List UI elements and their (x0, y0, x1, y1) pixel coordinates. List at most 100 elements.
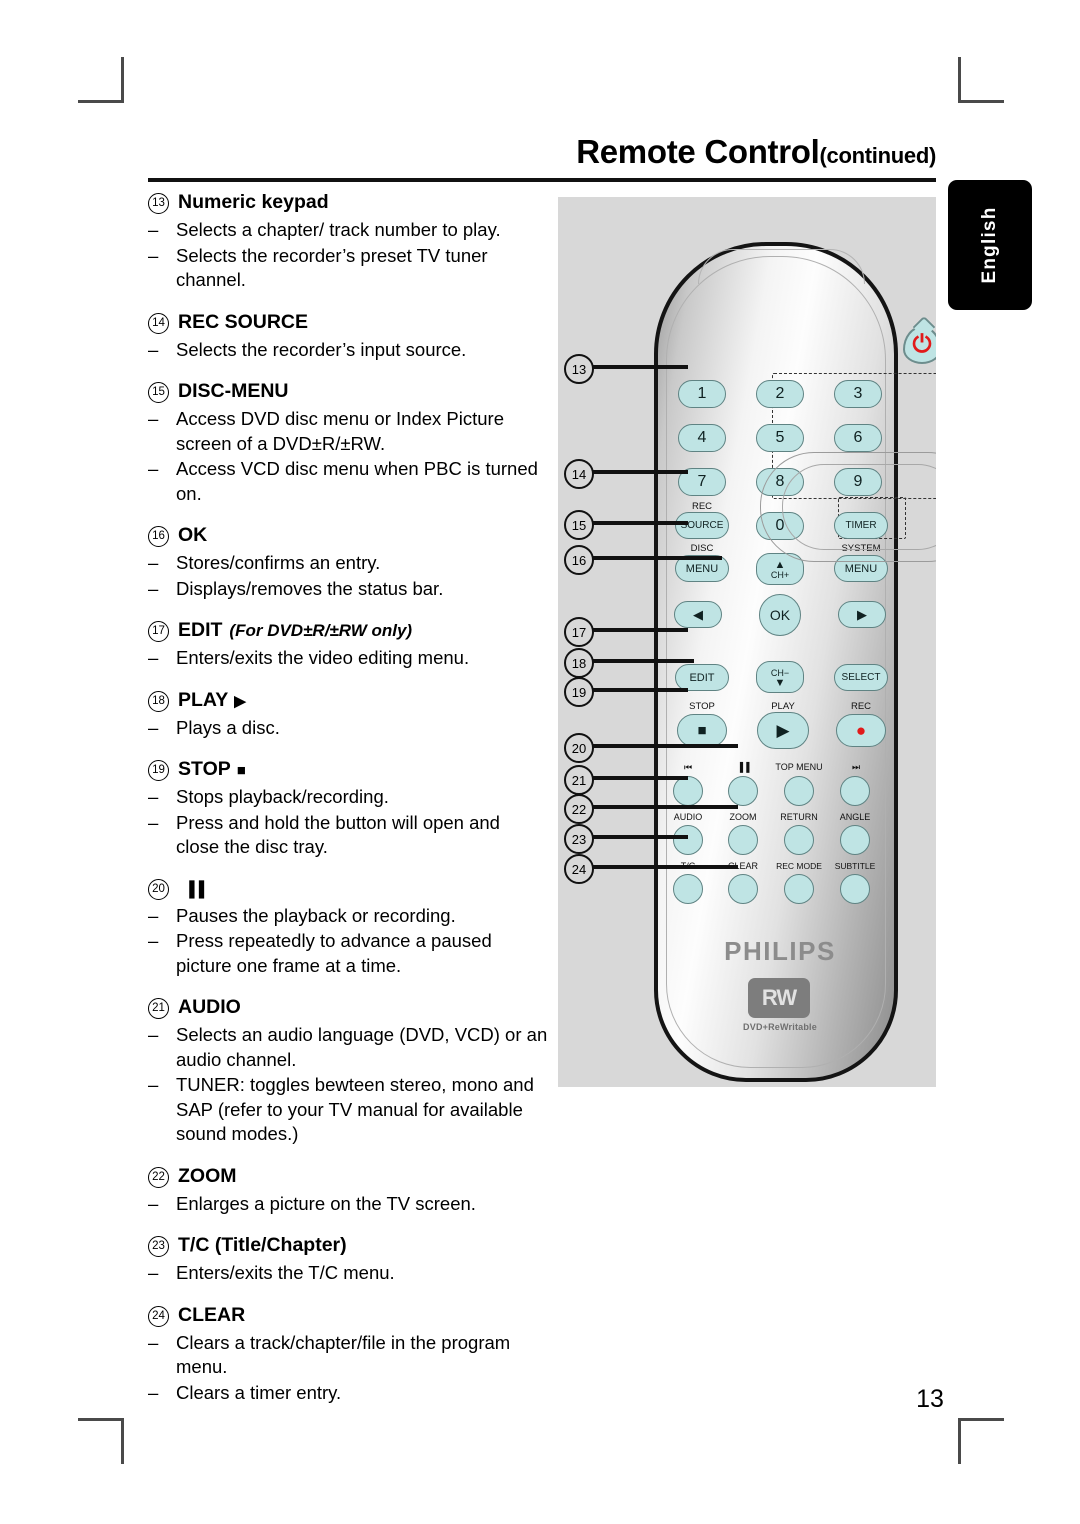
callout-23-number: 23 (564, 824, 594, 854)
pause-button[interactable] (728, 776, 758, 806)
ok-button[interactable]: OK (759, 594, 801, 636)
entry-heading: 24 CLEAR (148, 1303, 548, 1329)
description-entry: 14 REC SOURCE – Selects the recorder’s inpu… (148, 310, 548, 363)
audio-button[interactable] (673, 825, 703, 855)
entry-number: 16 (148, 526, 169, 547)
entry-number: 14 (148, 312, 169, 334)
key-5[interactable]: 5 (756, 424, 804, 452)
bullet-text: Press repeatedly to advance a paused pic… (176, 930, 492, 976)
callout-13-number: 13 (564, 354, 594, 384)
bullet-text: Enters/exits the T/C menu. (176, 1262, 395, 1283)
description-entry: 20 ▐▐ – Pauses the playback or recording. – P… (148, 877, 548, 979)
entry-bullet: – Enters/exits the T/C menu. (148, 1261, 548, 1286)
bullet-dash-icon: – (148, 904, 159, 926)
bullet-text: Plays a disc. (176, 716, 280, 738)
entry-label: T/C (Title/Chapter) (178, 1234, 347, 1256)
rec-mode-button[interactable] (784, 874, 814, 904)
entry-heading: 13 Numeric keypad (148, 190, 548, 216)
callout-18-number: 18 (564, 648, 594, 678)
entry-bullet: – Displays/removes the status bar. (148, 577, 548, 602)
rec-source-button[interactable]: SOURCE (675, 512, 729, 539)
rw-badge-label: RW (761, 985, 797, 1010)
power-icon: ⏻ (912, 331, 932, 358)
power-button[interactable]: ⏻ (903, 322, 936, 364)
bullet-dash-icon: – (148, 1074, 159, 1095)
bullet-text: Enters/exits the video editing menu. (176, 647, 470, 668)
bullet-dash-icon: – (148, 786, 159, 807)
entry-heading: 22 ZOOM (148, 1164, 548, 1190)
top-menu-button[interactable] (784, 776, 814, 806)
subtitle-caption: SUBTITLE (834, 861, 876, 871)
channel-down-button[interactable]: CH− ▼ (756, 661, 804, 693)
bullet-text: Selects an audio language (DVD, VCD) or … (176, 1024, 548, 1070)
bullet-dash-icon: – (148, 458, 159, 479)
description-entry: 18 PLAY ▶ – Plays a disc. (148, 688, 548, 741)
callout-21-leader (588, 776, 688, 780)
next-button[interactable] (840, 776, 870, 806)
bullet-text: Access VCD disc menu when PBC is turned … (176, 458, 538, 504)
entry-note: (For DVD±R/±RW only) (229, 621, 413, 640)
angle-button[interactable] (840, 825, 870, 855)
key-2[interactable]: 2 (756, 380, 804, 408)
callout-22-leader (588, 805, 738, 809)
bullet-dash-icon: – (148, 408, 159, 429)
record-button[interactable]: ● (836, 714, 886, 747)
key-4[interactable]: 4 (678, 424, 726, 452)
entry-bullet: – Selects the recorder’s preset TV tuner … (148, 244, 548, 293)
play-button[interactable]: ▶ (757, 712, 809, 749)
select-button[interactable]: SELECT (834, 664, 888, 691)
bullet-dash-icon: – (148, 552, 159, 573)
callout-14-number: 14 (564, 459, 594, 489)
entry-heading: 14 REC SOURCE (148, 310, 548, 336)
language-tab-english: English (948, 180, 1032, 310)
callout-14-leader (588, 470, 688, 474)
callout-15-leader (588, 521, 688, 525)
bullet-text: Enlarges a picture on the TV screen. (176, 1192, 476, 1214)
rec-caption: REC (850, 701, 872, 712)
left-arrow-button[interactable]: ◀ (674, 601, 722, 628)
return-button[interactable] (784, 825, 814, 855)
prev-caption: ⏮ (683, 762, 693, 772)
bullet-text: Selects the recorder’s input source. (176, 338, 467, 360)
page-title-main: Remote Control (576, 133, 820, 170)
entry-number: 19 (148, 760, 169, 781)
entry-number: 22 (148, 1166, 169, 1188)
clear-button[interactable] (728, 874, 758, 904)
return-caption: RETURN (780, 812, 818, 822)
entry-label: OK (178, 524, 208, 546)
callout-24-number: 24 (564, 854, 594, 884)
bullet-text: Access DVD disc menu or Index Picture sc… (176, 408, 504, 454)
entry-bullet: – Access VCD disc menu when PBC is turned… (148, 457, 548, 506)
bullet-dash-icon: – (148, 1024, 159, 1045)
description-entry: 22 ZOOM – Enlarges a picture on the TV scre… (148, 1164, 548, 1217)
previous-button[interactable] (673, 776, 703, 806)
entry-glyph-icon: ▐▐ (184, 880, 204, 898)
bullet-text: Pauses the playback or recording. (176, 904, 456, 926)
callout-23-leader (588, 835, 688, 839)
bullet-text: Press and hold the button will open and … (176, 811, 500, 858)
zoom-button[interactable] (728, 825, 758, 855)
entry-heading: 20 ▐▐ (148, 877, 548, 902)
edit-button[interactable]: EDIT (675, 664, 729, 691)
key-6[interactable]: 6 (834, 424, 882, 452)
key-3[interactable]: 3 (834, 380, 882, 408)
right-arrow-button[interactable]: ▶ (838, 601, 886, 628)
title-chapter-button[interactable] (673, 874, 703, 904)
callout-20-number: 20 (564, 733, 594, 763)
key-1[interactable]: 1 (678, 380, 726, 408)
stop-button[interactable]: ■ (677, 714, 727, 747)
entry-bullet: – Press and hold the button will open and… (148, 811, 548, 860)
top-menu-caption: TOP MENU (775, 762, 823, 772)
bullet-dash-icon: – (148, 1262, 159, 1283)
bullet-text: Displays/removes the status bar. (176, 577, 444, 599)
callout-16-leader (588, 556, 722, 560)
page-title: Remote Control(continued) (148, 132, 936, 176)
bullet-text: Stops playback/recording. (176, 786, 389, 807)
description-entry: 19 STOP ■ – Stops playback/recording. – Press … (148, 757, 548, 860)
bullet-dash-icon: – (148, 244, 159, 266)
subtitle-button[interactable] (840, 874, 870, 904)
zoom-caption: ZOOM (729, 812, 757, 822)
channel-up-label: CH+ (770, 570, 790, 580)
entry-heading: 19 STOP ■ (148, 757, 548, 783)
callout-19-leader (588, 688, 688, 692)
